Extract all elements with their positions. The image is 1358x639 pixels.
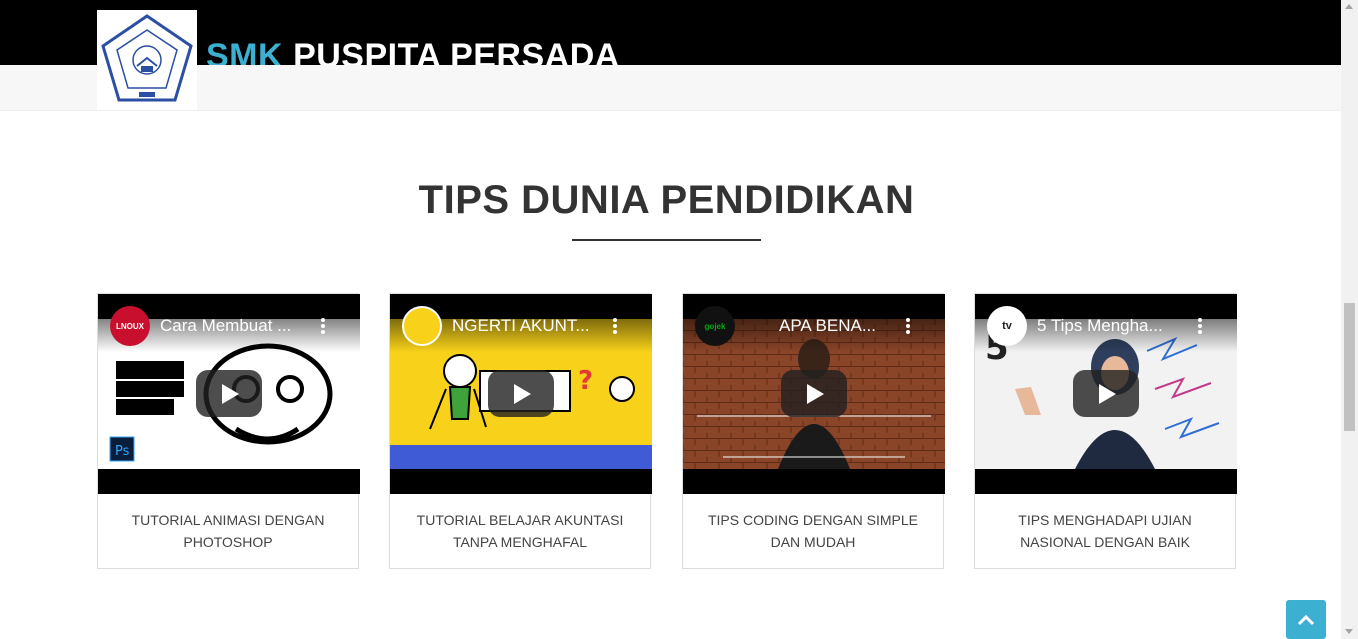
more-vertical-icon[interactable] — [1196, 316, 1204, 336]
play-button-icon[interactable] — [1073, 370, 1139, 417]
video-embed[interactable]: 5 tv 5 Tips Mengha... — [975, 294, 1237, 494]
video-card: ? NGERTI AKUNT... TUTORIAL BELAJAR AKUNT… — [389, 293, 652, 569]
video-title[interactable]: Cara Membuat ... — [160, 316, 310, 336]
channel-avatar[interactable]: tv — [987, 306, 1027, 346]
scroll-down-arrow-icon[interactable] — [1345, 629, 1353, 634]
channel-badge: gojek — [704, 321, 726, 331]
scroll-up-arrow-icon[interactable] — [1345, 4, 1353, 9]
more-vertical-icon[interactable] — [319, 316, 327, 336]
header-bar — [0, 0, 1341, 65]
nav-bar — [0, 65, 1341, 111]
site-brand[interactable]: SMK PUSPITA PERSADA — [206, 36, 620, 65]
back-to-top-button[interactable] — [1286, 600, 1326, 639]
video-caption: TUTORIAL ANIMASI DENGAN PHOTOSHOP — [131, 512, 325, 550]
video-embed[interactable]: ? NGERTI AKUNT... — [390, 294, 652, 494]
channel-avatar[interactable]: LNOUX — [110, 306, 150, 346]
svg-text:?: ? — [578, 366, 593, 396]
channel-badge: LNOUX — [116, 321, 144, 331]
video-title[interactable]: 5 Tips Mengha... — [1037, 316, 1187, 336]
video-caption: TIPS MENGHADAPI UJIAN NASIONAL DENGAN BA… — [1018, 512, 1192, 550]
video-title[interactable]: NGERTI AKUNT... — [452, 316, 602, 336]
play-button-icon[interactable] — [196, 370, 262, 417]
channel-avatar[interactable]: gojek — [695, 306, 735, 346]
brand-name: PUSPITA PERSADA — [293, 37, 620, 65]
video-card: Ps LNOUX Cara Membuat ... TUTORIAL ANIMA… — [97, 293, 360, 569]
video-caption: TIPS CODING DENGAN SIMPLE DAN MUDAH — [707, 512, 919, 550]
play-button-icon[interactable] — [781, 370, 847, 417]
more-vertical-icon[interactable] — [904, 316, 912, 336]
channel-badge: tv — [1002, 320, 1012, 332]
title-divider — [572, 239, 761, 241]
school-crest-icon — [101, 14, 193, 102]
video-caption: TUTORIAL BELAJAR AKUNTASI TANPA MENGHAFA… — [416, 512, 624, 550]
scrollbar-thumb[interactable] — [1344, 303, 1355, 431]
video-embed[interactable]: Ps LNOUX Cara Membuat ... — [98, 294, 360, 494]
svg-text:Ps: Ps — [115, 444, 130, 459]
brand-prefix: SMK — [206, 37, 284, 65]
video-card: gojek APA BENA... TIPS CODING DENGAN SIM… — [682, 293, 945, 569]
channel-avatar[interactable] — [402, 306, 442, 346]
section-title: TIPS DUNIA PENDIDIKAN — [418, 178, 915, 222]
chevron-up-icon — [1297, 614, 1315, 625]
video-card: 5 tv 5 Tips Mengha... TIPS MENGHADAPI UJ… — [974, 293, 1237, 569]
video-embed[interactable]: gojek APA BENA... — [683, 294, 945, 494]
play-button-icon[interactable] — [488, 370, 554, 417]
school-logo[interactable] — [97, 10, 197, 110]
video-title[interactable]: APA BENA... — [779, 316, 889, 336]
more-vertical-icon[interactable] — [611, 316, 619, 336]
